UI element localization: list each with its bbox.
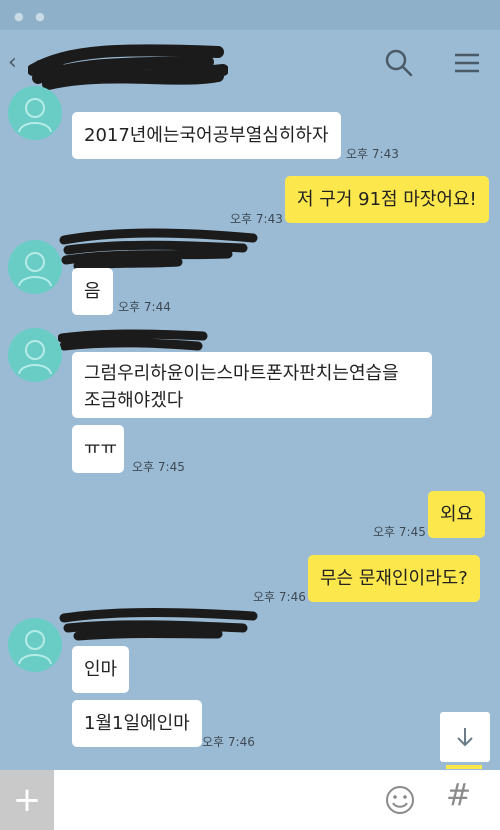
message-bubble[interactable]: 인마 — [72, 646, 130, 693]
message-time: 오후 7:43 — [346, 147, 399, 161]
message-composer: + # — [0, 770, 500, 830]
redacted-sender-name — [59, 228, 258, 271]
message-time: 오후 7:45 — [373, 525, 426, 539]
message-time: 오후 7:46 — [202, 735, 255, 749]
message-bubble[interactable]: 그럼우리하윤이는스마트폰자판치는연습을 조금해야겠다 — [72, 352, 432, 418]
avatar[interactable] — [8, 86, 62, 140]
scroll-indicator — [446, 765, 482, 769]
person-icon — [18, 340, 52, 375]
scroll-to-bottom-button[interactable] — [440, 712, 490, 762]
arrow-down-icon — [457, 728, 473, 747]
emoji-icon[interactable] — [384, 784, 416, 816]
my-message-bubble[interactable]: 무슨 문재인이라도? — [308, 555, 480, 602]
status-icons: ● ● — [14, 10, 49, 23]
person-icon — [18, 98, 52, 133]
redacted-chat-title — [28, 44, 228, 90]
message-text-line: 그럼우리하윤이는스마트폰자판치는연습을 — [84, 363, 399, 384]
message-bubble[interactable]: 2017년에는국어공부열심히하자 — [72, 112, 341, 159]
message-bubble[interactable]: ㅠㅠ — [72, 425, 124, 473]
menu-icon[interactable] — [452, 48, 482, 78]
person-icon — [18, 252, 52, 287]
plus-button[interactable]: + — [0, 770, 54, 830]
redacted-sender-name — [59, 608, 258, 641]
back-icon[interactable]: ‹ — [8, 50, 17, 75]
message-time: 오후 7:45 — [132, 460, 185, 474]
search-icon[interactable] — [384, 48, 414, 78]
status-bar: ● ● — [0, 0, 500, 30]
avatar[interactable] — [8, 618, 62, 672]
my-message-bubble[interactable]: 저 구거 91점 마잣어요! — [285, 176, 489, 223]
message-bubble[interactable]: 1월1일에인마 — [72, 700, 202, 747]
hash-button[interactable]: # — [446, 778, 471, 813]
avatar[interactable] — [8, 240, 62, 294]
message-bubble[interactable]: 음 — [72, 268, 113, 315]
message-time: 오후 7:46 — [253, 590, 306, 604]
message-time: 오후 7:44 — [118, 300, 171, 314]
chat-header: ‹ — [0, 30, 500, 96]
message-text-line: 조금해야겠다 — [84, 390, 184, 411]
message-time: 오후 7:43 — [230, 212, 283, 226]
my-message-bubble[interactable]: 외요 — [428, 491, 486, 538]
avatar[interactable] — [8, 328, 62, 382]
person-icon — [18, 630, 52, 665]
